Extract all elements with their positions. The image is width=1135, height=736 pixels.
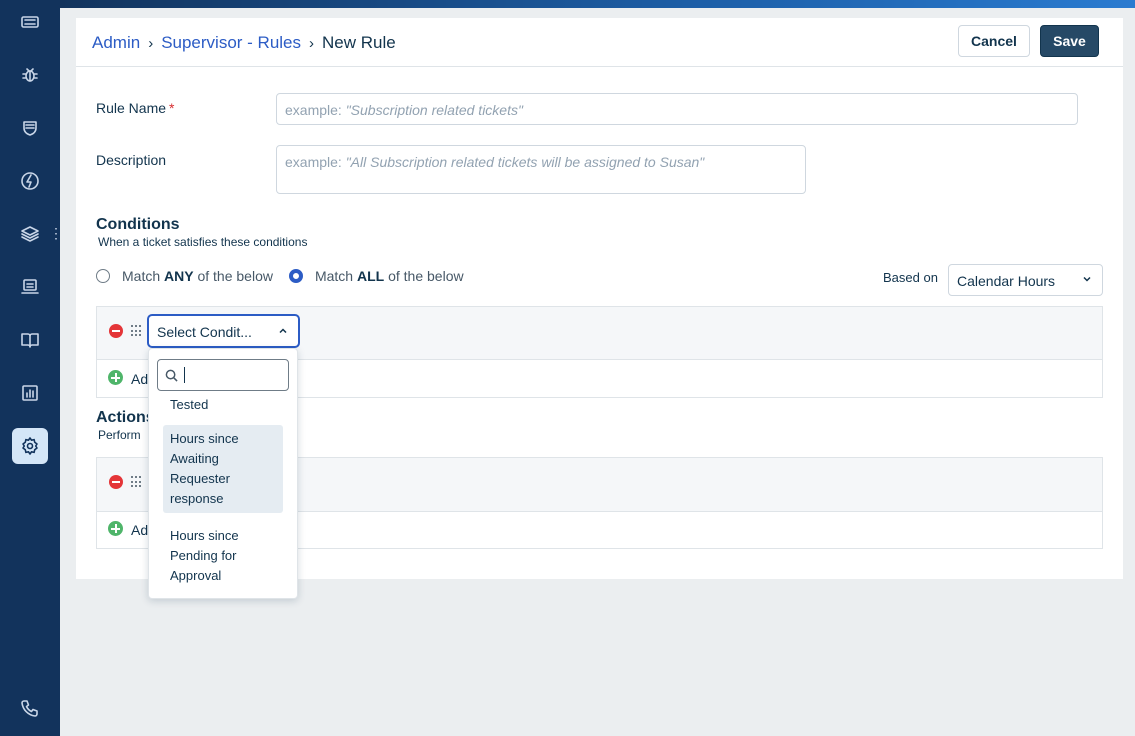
breadcrumb-separator: › — [148, 34, 154, 52]
add-condition-label[interactable]: Ad — [131, 371, 148, 387]
tickets-icon[interactable] — [12, 4, 48, 40]
book-icon[interactable] — [12, 322, 48, 358]
add-condition-icon[interactable] — [108, 370, 123, 385]
dropdown-option[interactable]: Hours since Pending for Approval — [163, 522, 283, 590]
chevron-down-icon — [1083, 276, 1091, 282]
dropdown-option-highlighted[interactable]: Hours since Awaiting Requester response — [163, 425, 283, 513]
dropdown-option[interactable]: Tested — [163, 391, 283, 419]
text-cursor — [184, 367, 185, 383]
rule-editor-card: Admin › Supervisor - Rules › New Rule Ca… — [76, 18, 1123, 599]
layers-icon[interactable] — [12, 216, 48, 252]
match-all-label[interactable]: Match ALL of the below — [315, 268, 464, 284]
match-mode-radios: Match ANY of the below Match ALL of the … — [96, 268, 464, 284]
sidebar: ⋮ — [0, 0, 63, 736]
save-button[interactable]: Save — [1040, 25, 1099, 57]
rule-name-label: Rule Name * — [96, 100, 174, 116]
more-dots-icon[interactable]: ⋮ — [49, 226, 63, 240]
based-on-select[interactable]: Calendar Hours — [948, 264, 1103, 296]
chevron-up-icon — [279, 328, 287, 334]
actions-title: Actions — [96, 409, 155, 426]
conditions-subtitle: When a ticket satisfies these conditions — [98, 235, 308, 249]
condition-select[interactable]: Select Condit... — [148, 315, 299, 347]
cancel-button[interactable]: Cancel — [958, 25, 1030, 57]
page-title: New Rule — [322, 33, 396, 52]
match-any-post: of the below — [193, 268, 273, 284]
match-any-label[interactable]: Match ANY of the below — [122, 268, 273, 284]
rule-name-placeholder-example: "Subscription related tickets" — [345, 102, 523, 118]
description-textarea[interactable]: example: "All Subscription related ticke… — [276, 145, 806, 194]
dropdown-search-input[interactable] — [157, 359, 289, 391]
match-any-bold: ANY — [164, 268, 194, 284]
description-label: Description — [96, 152, 167, 168]
drag-handle-icon[interactable] — [131, 325, 141, 337]
condition-select-placeholder: Select Condit... — [157, 324, 252, 340]
conditions-title: Conditions — [96, 216, 180, 233]
actions-subtitle: Perform — [98, 428, 141, 442]
remove-action-icon[interactable] — [109, 475, 123, 489]
rule-name-placeholder-prefix: example: — [285, 102, 346, 118]
remove-condition-icon[interactable] — [109, 324, 123, 338]
add-action-label[interactable]: Ad — [131, 522, 148, 538]
required-marker: * — [169, 100, 175, 116]
lightning-icon[interactable] — [12, 163, 48, 199]
match-any-radio[interactable] — [96, 269, 110, 283]
condition-dropdown: Tested Hours since Awaiting Requester re… — [148, 348, 298, 599]
match-all-bold: ALL — [356, 268, 385, 284]
based-on-label: Based on — [883, 270, 938, 285]
match-all-radio[interactable] — [288, 269, 303, 283]
top-gradient-band — [60, 0, 1135, 8]
based-on-value: Calendar Hours — [957, 273, 1056, 289]
match-any-pre: Match — [122, 268, 165, 284]
description-placeholder-example: "All Subscription related tickets will b… — [345, 154, 705, 170]
page-header: Admin › Supervisor - Rules › New Rule Ca… — [76, 18, 1123, 67]
match-all-pre: Match — [314, 268, 357, 284]
match-all-post: of the below — [384, 268, 464, 284]
phone-icon[interactable] — [12, 690, 48, 726]
description-placeholder-prefix: example: — [285, 154, 346, 170]
shield-icon[interactable] — [12, 110, 48, 146]
breadcrumb-separator: › — [309, 34, 315, 52]
drag-handle-icon[interactable] — [131, 476, 141, 488]
breadcrumb-supervisor-rules[interactable]: Supervisor - Rules — [161, 33, 301, 53]
reports-icon[interactable] — [12, 375, 48, 411]
breadcrumb: Admin › Supervisor - Rules › New Rule — [92, 33, 396, 53]
rule-name-input[interactable]: example: "Subscription related tickets" — [276, 93, 1078, 125]
breadcrumb-admin[interactable]: Admin — [92, 33, 140, 53]
search-icon — [165, 369, 178, 382]
rule-name-label-text: Rule Name — [96, 100, 167, 116]
bug-icon[interactable] — [12, 57, 48, 93]
add-action-icon[interactable] — [108, 521, 123, 536]
settings-icon[interactable] — [12, 428, 48, 464]
inbox-icon[interactable] — [12, 269, 48, 305]
